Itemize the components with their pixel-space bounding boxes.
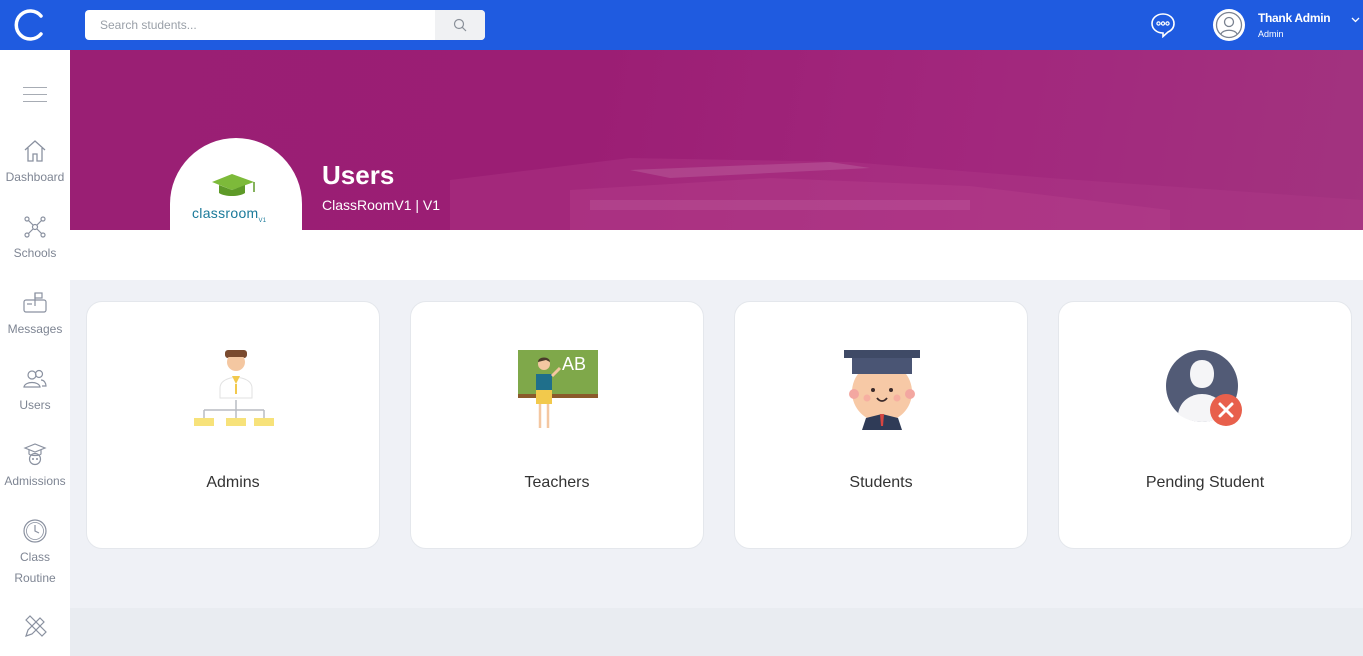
pending-user-icon	[1166, 350, 1242, 426]
sidebar-item-dashboard[interactable]: Dashboard	[0, 138, 70, 188]
card-pending-student[interactable]: Pending Student	[1058, 301, 1352, 549]
sidebar-item-schools[interactable]: Schools	[0, 214, 70, 264]
sidebar-item-messages[interactable]: Messages	[0, 290, 70, 340]
chevron-down-icon[interactable]	[1351, 17, 1360, 23]
network-icon	[24, 216, 46, 238]
sidebar-item-label: Dashboard	[5, 170, 65, 184]
search-box	[85, 10, 485, 40]
user-avatar-icon	[1215, 11, 1243, 39]
sidebar-item-admissions[interactable]: Admissions	[0, 442, 70, 492]
sidebar-item-users[interactable]: Users	[0, 366, 70, 416]
mailbox-icon	[23, 292, 47, 313]
chat-icon[interactable]	[1150, 12, 1176, 39]
page-title: Users	[322, 160, 395, 190]
graduation-cap-icon	[212, 174, 255, 196]
admin-hierarchy-icon	[194, 350, 274, 426]
card-label: Teachers	[524, 474, 590, 491]
card-label: Admins	[206, 474, 260, 491]
card-teachers[interactable]: AB Teachers	[410, 301, 704, 549]
page-subtitle: ClassRoomV1 | V1	[322, 197, 441, 213]
banner-footer-strip	[70, 230, 1363, 280]
card-students[interactable]: Students	[734, 301, 1028, 549]
card-admins[interactable]: Admins	[86, 301, 380, 549]
sidebar-item-label: Class Routine	[0, 547, 70, 589]
sidebar-item-label-line2: Routine	[14, 571, 56, 585]
user-name: Thank Admin	[1258, 11, 1331, 25]
card-label: Students	[849, 474, 913, 491]
users-icon	[23, 369, 47, 388]
sidebar-item-label-line1: Class	[19, 550, 50, 564]
sidebar-item-pencil-ruler[interactable]	[0, 614, 70, 640]
sidebar-item-label: Admissions	[4, 474, 66, 488]
teacher-blackboard-icon: AB	[518, 350, 598, 428]
avatar	[1213, 9, 1245, 41]
top-bar: Thank Admin Admin	[0, 0, 1363, 50]
brand-logo-text: classroomV1	[192, 205, 267, 224]
graduate-icon	[23, 443, 47, 466]
user-role: Admin	[1258, 29, 1284, 39]
student-graduate-icon	[844, 350, 920, 430]
app-logo-icon[interactable]	[12, 8, 46, 42]
home-icon	[24, 140, 46, 162]
card-label: Pending Student	[1145, 474, 1265, 491]
sidebar-item-label: Schools	[13, 246, 57, 260]
search-button[interactable]	[435, 10, 485, 40]
sidebar-item-class-routine[interactable]: Class Routine	[0, 518, 70, 589]
sidebar-item-label: Users	[19, 398, 51, 412]
sidebar: Dashboard Schools Messages Users Admissi…	[0, 50, 70, 656]
user-menu[interactable]: Thank Admin Admin	[1213, 9, 1363, 41]
footer-strip	[70, 608, 1363, 656]
sidebar-item-label: Messages	[7, 322, 63, 336]
hamburger-menu-icon[interactable]	[23, 87, 47, 105]
svg-text:AB: AB	[562, 354, 586, 374]
search-icon	[453, 18, 467, 32]
pencil-ruler-icon	[25, 615, 47, 637]
clock-icon	[23, 519, 47, 543]
search-input[interactable]	[85, 10, 435, 40]
